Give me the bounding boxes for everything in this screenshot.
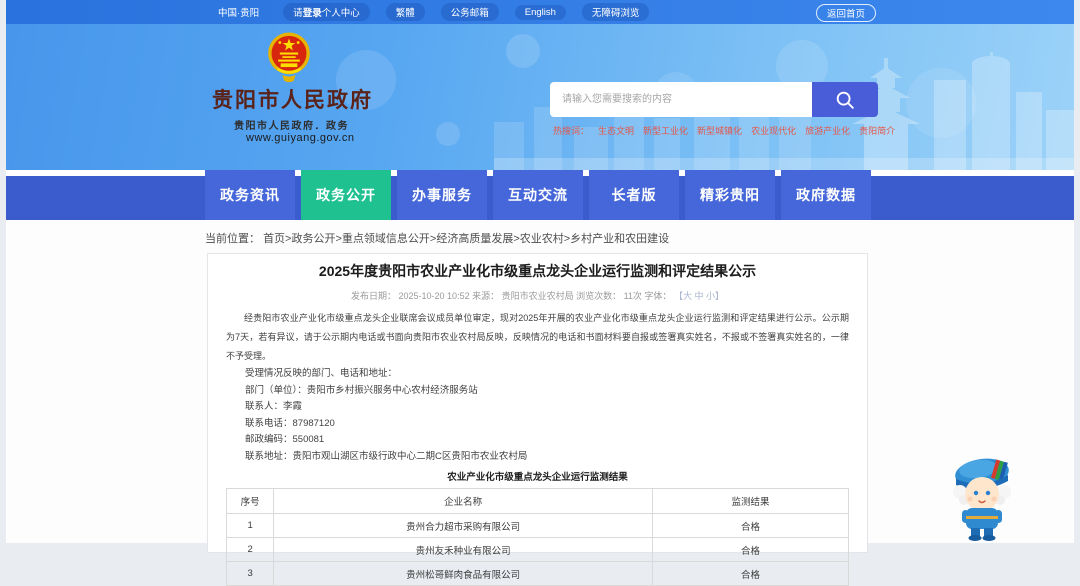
nav-tab-banshi-fuwu[interactable]: 办事服务 — [397, 170, 487, 220]
cell-index: 2 — [225, 537, 275, 562]
cell-result: 合格 — [652, 561, 849, 586]
font-size-selector[interactable]: 【大 中 小】 — [674, 291, 724, 301]
login-prefix: 请 — [293, 8, 303, 19]
search-bar — [550, 82, 878, 117]
cell-company: 贵州合力超市采购有限公司 — [273, 513, 654, 538]
article-title: 2025年度贵阳市农业产业化市级重点龙头企业运行监测和评定结果公示 — [318, 263, 757, 279]
main-nav: 政务资讯 政务公开 办事服务 互动交流 长者版 精彩贵阳 政府数据 — [6, 170, 1074, 220]
hot-word-link[interactable]: 贵阳简介 — [859, 124, 895, 137]
breadcrumb-path[interactable]: 首页>政务公开>重点领域信息公开>经济高质量发展>农业农村>乡村产业和农田建设 — [263, 233, 669, 245]
search-input[interactable] — [550, 82, 812, 117]
article-card: 2025年度贵阳市农业产业化市级重点龙头企业运行监测和评定结果公示 发布日期： … — [207, 253, 868, 586]
nav-tab-zhangzheban[interactable]: 长者版 — [589, 170, 679, 220]
contact-line: 联系人：李霞 — [245, 401, 303, 412]
monitoring-result-table: 序号 企业名称 监测结果 1 贵州合力超市采购有限公司 合格 2 贵州友禾种业有… — [225, 488, 849, 586]
table-row: 3 贵州松哥鲜肉食品有限公司 合格 — [225, 561, 849, 586]
national-emblem-icon — [268, 32, 310, 83]
contact-line: 部门（单位）：贵阳市乡村振兴服务中心农村经济服务站 — [245, 384, 478, 396]
hot-word-link[interactable]: 农业现代化 — [751, 124, 796, 137]
topbar-accessibility-link[interactable]: 无障碍浏览 — [581, 3, 650, 21]
table-row: 2 贵州友禾种业有限公司 合格 — [225, 537, 849, 562]
nav-tab-zhengwu-gongkai[interactable]: 政务公开 — [301, 170, 391, 220]
bokeh-circle — [436, 122, 460, 146]
cell-result: 合格 — [652, 513, 849, 538]
breadcrumb-label: 当前位置： — [205, 233, 260, 245]
topbar-region-link[interactable]: 中国·贵阳 — [218, 5, 259, 19]
table-header-row: 序号 企业名称 监测结果 — [225, 488, 849, 514]
site-container: 中国·贵阳 请登录个人中心 繁體 公务邮箱 English 无障碍浏览 返回首页 — [6, 0, 1074, 586]
contact-line: 联系电话：87987120 — [245, 417, 335, 429]
cell-index: 3 — [225, 561, 275, 586]
contact-line: 受理情况反映的部门、电话和地址： — [245, 368, 398, 379]
cell-index: 1 — [225, 513, 275, 538]
topbar-english-link[interactable]: English — [514, 4, 566, 20]
table-title: 农业产业化市级重点龙头企业运行监测结果 — [447, 472, 628, 483]
cell-result: 合格 — [652, 537, 849, 562]
cell-company: 贵州松哥鲜肉食品有限公司 — [273, 561, 654, 586]
breadcrumb: 当前位置： 首页>政务公开>重点领域信息公开>经济高质量发展>农业农村>乡村产业… — [205, 230, 669, 246]
topbar: 中国·贵阳 请登录个人中心 繁體 公务邮箱 English 无障碍浏览 返回首页 — [6, 0, 1074, 24]
table-row: 1 贵州合力超市采购有限公司 合格 — [225, 513, 849, 538]
banner: 贵阳市人民政府 贵阳市人民政府．政务 www.guiyang.gov.cn 热搜… — [6, 24, 1074, 170]
back-home-button[interactable]: 返回首页 — [815, 4, 876, 22]
login-suffix: 个人中心 — [321, 8, 360, 19]
hot-search-label: 热搜词： — [553, 126, 590, 136]
nav-tab-zhengwu-zixun[interactable]: 政务资讯 — [205, 170, 295, 220]
article-meta-text: 发布日期： 2025-10-20 10:52 来源： 贵阳市农业农村局 浏览次数… — [351, 291, 672, 301]
site-title: 贵阳市人民政府 — [212, 89, 373, 112]
cell-company: 贵州友禾种业有限公司 — [273, 537, 654, 562]
topbar-mail-link[interactable]: 公务邮箱 — [440, 3, 499, 21]
search-icon — [836, 91, 854, 109]
topbar-traditional-link[interactable]: 繁體 — [385, 3, 425, 21]
content-area: 当前位置： 首页>政务公开>重点领域信息公开>经济高质量发展>农业农村>乡村产业… — [6, 220, 1074, 586]
hot-word-link[interactable]: 新型工业化 — [643, 124, 688, 137]
nav-tab-zhengfu-shuju[interactable]: 政府数据 — [781, 170, 871, 220]
hot-word-link[interactable]: 旅游产业化 — [805, 124, 850, 137]
nav-tab-hudong-jiaoliu[interactable]: 互动交流 — [493, 170, 583, 220]
site-url: www.guiyang.gov.cn — [246, 132, 355, 144]
contact-line: 联系地址：贵阳市观山湖区市级行政中心二期C区贵阳市农业农村局 — [245, 450, 528, 462]
hot-word-link[interactable]: 新型城镇化 — [697, 124, 742, 137]
col-header-company: 企业名称 — [273, 488, 654, 514]
col-header-index: 序号 — [225, 488, 275, 514]
search-button[interactable] — [812, 82, 878, 117]
article-meta: 发布日期： 2025-10-20 10:52 来源： 贵阳市农业农村局 浏览次数… — [226, 289, 849, 302]
article-paragraph: 经贵阳市农业产业化市级重点龙头企业联席会议成员单位审定，现对2025年开展的农业… — [226, 313, 849, 361]
col-header-result: 监测结果 — [652, 488, 849, 514]
topbar-login-link[interactable]: 请登录个人中心 — [283, 3, 370, 21]
nav-tab-jingcai-guiyang[interactable]: 精彩贵阳 — [685, 170, 775, 220]
site-subtitle: 贵阳市人民政府．政务 — [234, 121, 349, 132]
login-bold: 登录 — [302, 8, 322, 19]
assistant-mascot-icon[interactable] — [942, 450, 1022, 542]
contact-line: 邮政编码：550081 — [245, 434, 325, 445]
hot-search-row: 热搜词： 生态文明 新型工业化 新型城镇化 农业现代化 旅游产业化 贵阳简介 — [553, 124, 895, 137]
hot-word-link[interactable]: 生态文明 — [598, 124, 634, 137]
